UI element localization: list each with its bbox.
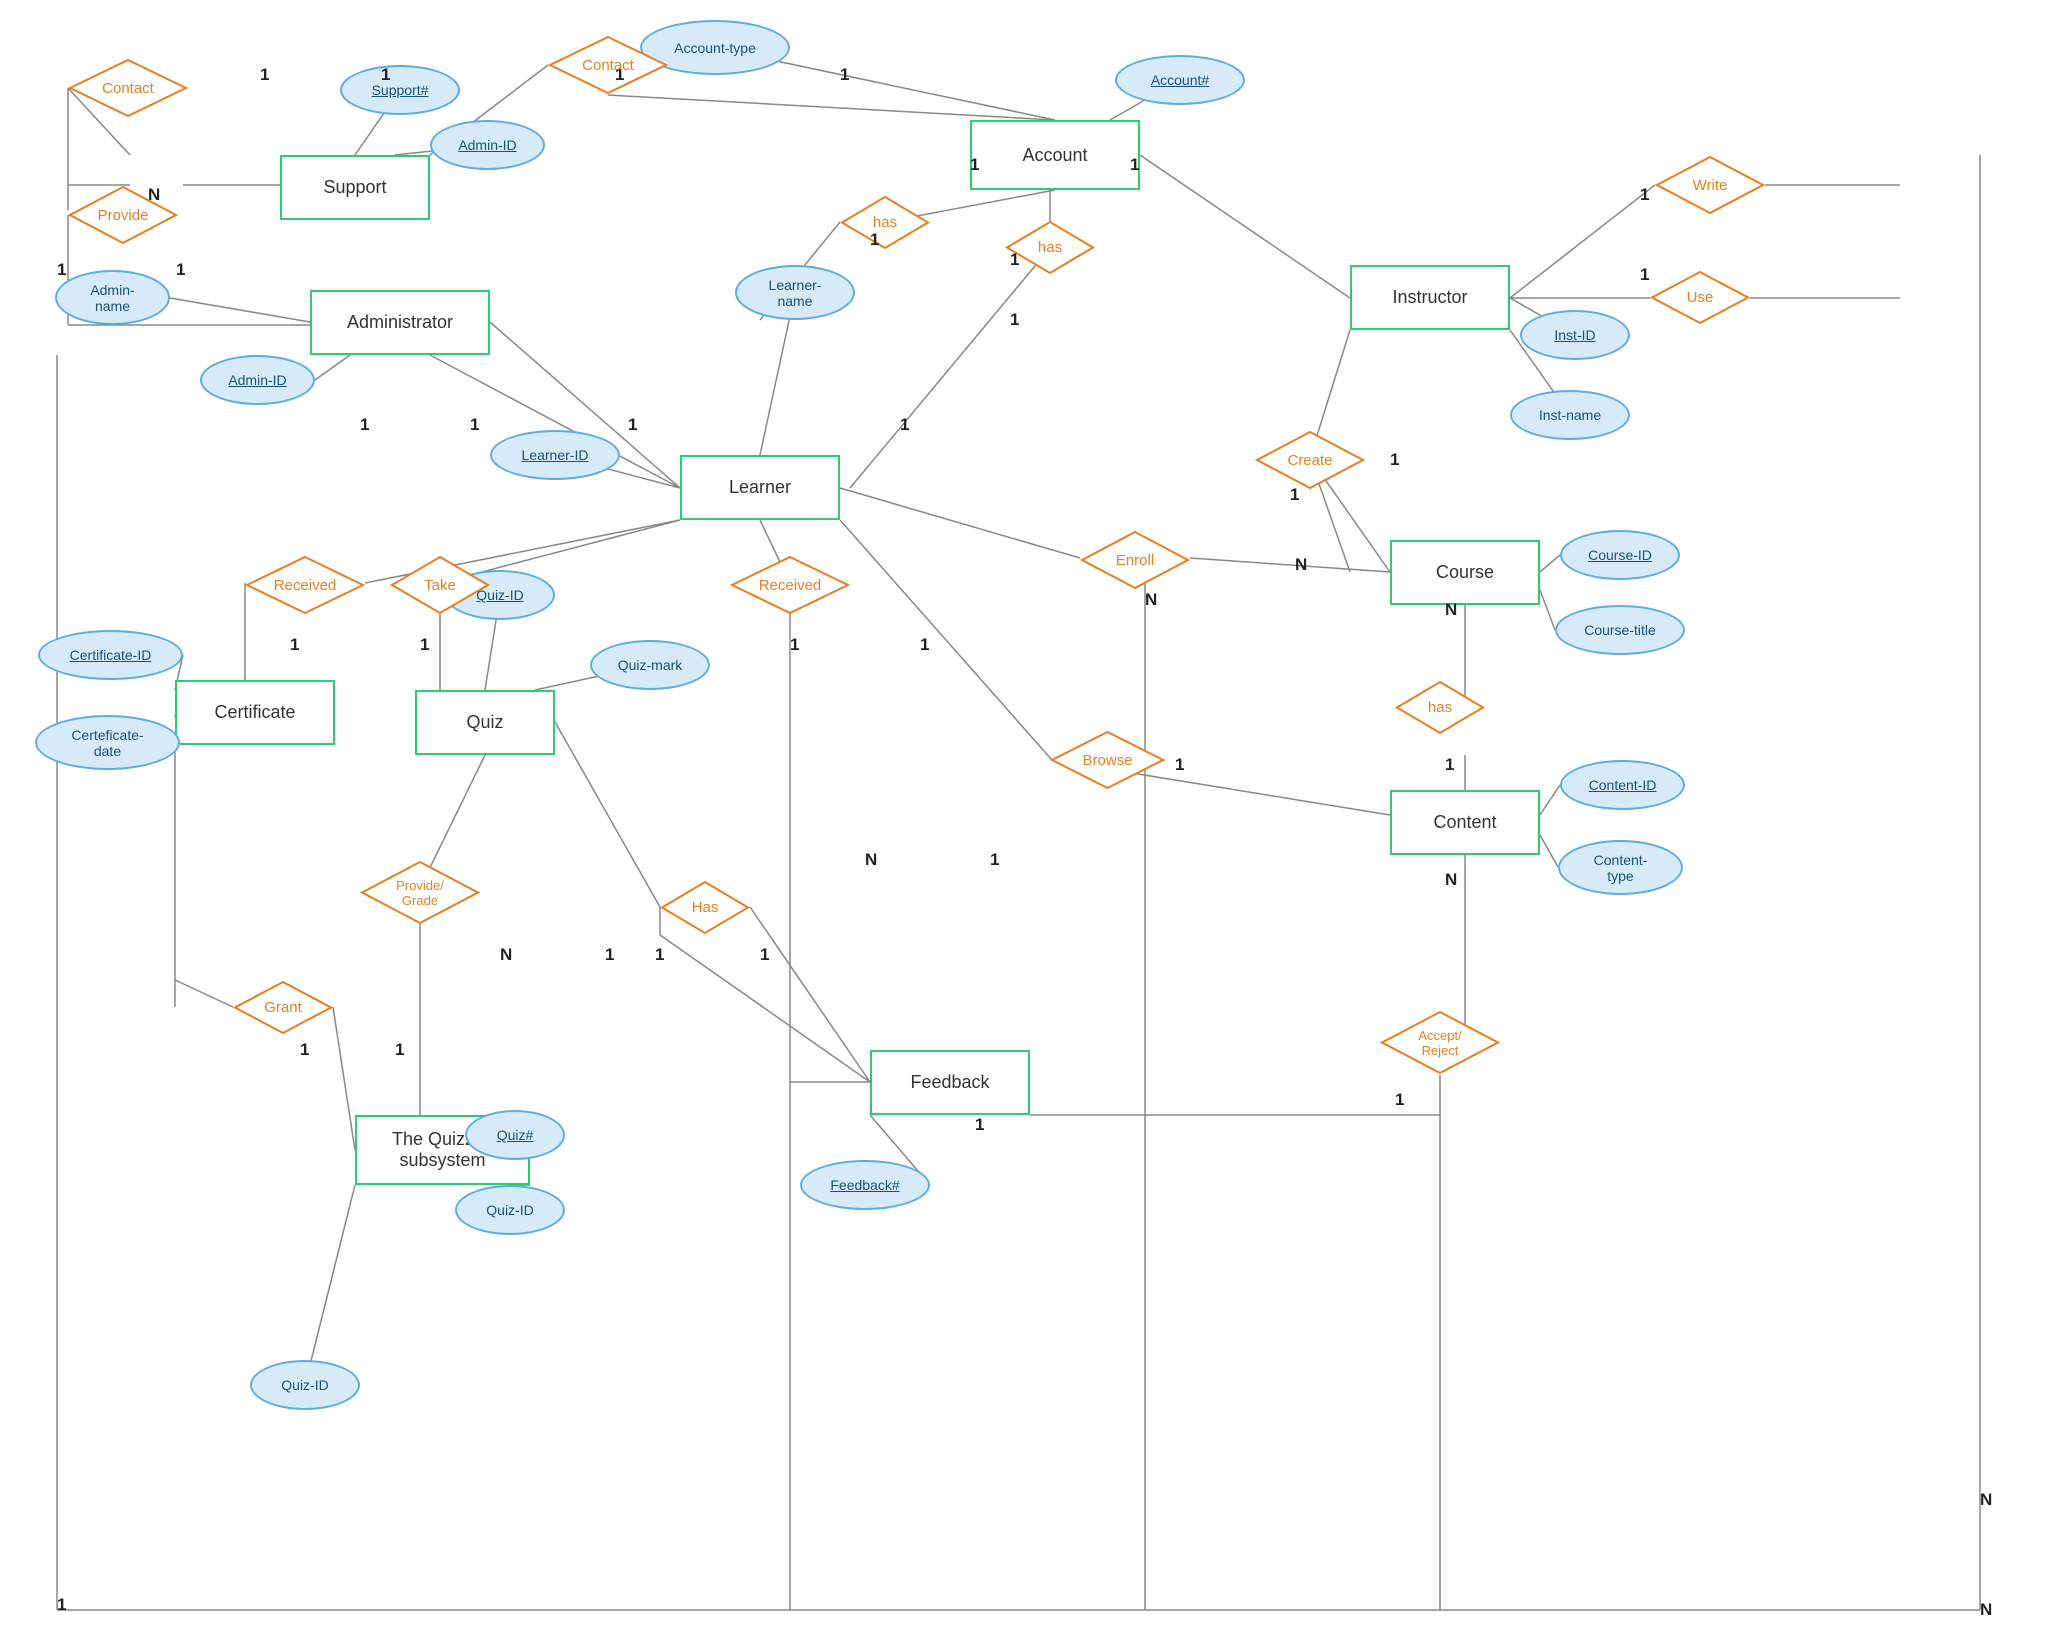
cardinality-0: 1 bbox=[260, 65, 269, 85]
attribute-quiz_id2: Quiz-ID bbox=[455, 1185, 565, 1235]
cardinality-20: N bbox=[1145, 590, 1157, 610]
cardinality-39: N bbox=[1980, 1600, 1992, 1620]
attribute-cert_id: Certificate-ID bbox=[38, 630, 183, 680]
relationship-rel_contact2: Contact bbox=[548, 35, 668, 95]
cardinality-37: 1 bbox=[1395, 1090, 1404, 1110]
cardinality-40: 1 bbox=[57, 1595, 66, 1615]
cardinality-6: 1 bbox=[840, 65, 849, 85]
cardinality-26: N bbox=[1445, 870, 1457, 890]
relationship-rel_enroll: Enroll bbox=[1080, 530, 1190, 590]
entity-course: Course bbox=[1390, 540, 1540, 605]
cardinality-41: 1 bbox=[1640, 185, 1649, 205]
relationship-rel_has4: Has bbox=[660, 880, 750, 935]
attribute-learner_id: Learner-ID bbox=[490, 430, 620, 480]
entity-learner: Learner bbox=[680, 455, 840, 520]
cardinality-28: N bbox=[865, 850, 877, 870]
cardinality-19: 1 bbox=[920, 635, 929, 655]
cardinality-35: 1 bbox=[395, 1040, 404, 1060]
cardinality-30: N bbox=[500, 945, 512, 965]
cardinality-25: 1 bbox=[1445, 755, 1454, 775]
attribute-course_id: Course-ID bbox=[1560, 530, 1680, 580]
relationship-rel_has1: has bbox=[840, 195, 930, 250]
cardinality-7: 1 bbox=[970, 155, 979, 175]
attribute-learner_name: Learner- name bbox=[735, 265, 855, 320]
cardinality-34: 1 bbox=[300, 1040, 309, 1060]
cardinality-2: N bbox=[148, 185, 160, 205]
attribute-account_num: Account# bbox=[1115, 55, 1245, 105]
cardinality-9: 1 bbox=[870, 230, 879, 250]
cardinality-4: 1 bbox=[176, 260, 185, 280]
relationship-rel_received1: Received bbox=[245, 555, 365, 615]
entity-account: Account bbox=[970, 120, 1140, 190]
relationship-rel_contact1: Contact bbox=[68, 58, 188, 118]
entity-content: Content bbox=[1390, 790, 1540, 855]
cardinality-33: 1 bbox=[760, 945, 769, 965]
cardinality-15: 1 bbox=[900, 415, 909, 435]
attribute-content_id: Content-ID bbox=[1560, 760, 1685, 810]
cardinality-31: 1 bbox=[605, 945, 614, 965]
relationship-rel_received2: Received bbox=[730, 555, 850, 615]
relationship-rel_use: Use bbox=[1650, 270, 1750, 325]
relationship-rel_provide: Provide bbox=[68, 185, 178, 245]
cardinality-14: 1 bbox=[628, 415, 637, 435]
entity-certificate: Certificate bbox=[175, 680, 335, 745]
cardinality-23: 1 bbox=[1390, 450, 1399, 470]
cardinality-32: 1 bbox=[655, 945, 664, 965]
attribute-inst_name: Inst-name bbox=[1510, 390, 1630, 440]
attribute-admin_id2: Admin-ID bbox=[200, 355, 315, 405]
relationship-rel_browse: Browse bbox=[1050, 730, 1165, 790]
entity-instructor: Instructor bbox=[1350, 265, 1510, 330]
entity-quiz: Quiz bbox=[415, 690, 555, 755]
cardinality-12: 1 bbox=[360, 415, 369, 435]
relationship-rel_grant: Grant bbox=[233, 980, 333, 1035]
attribute-quiz_mark: Quiz-mark bbox=[590, 640, 710, 690]
entity-feedback: Feedback bbox=[870, 1050, 1030, 1115]
attribute-quiz_id3: Quiz-ID bbox=[250, 1360, 360, 1410]
relationship-rel_has3: has bbox=[1395, 680, 1485, 735]
cardinality-21: N bbox=[1295, 555, 1307, 575]
attribute-inst_id: Inst-ID bbox=[1520, 310, 1630, 360]
relationship-rel_provide_grade: Provide/ Grade bbox=[360, 860, 480, 925]
cardinality-24: N bbox=[1445, 600, 1457, 620]
cardinality-10: 1 bbox=[1010, 310, 1019, 330]
cardinality-38: N bbox=[1980, 1490, 1992, 1510]
cardinality-11: 1 bbox=[1010, 250, 1019, 270]
er-diagram: Account Support Administrator Learner Instru… bbox=[0, 0, 2059, 1632]
cardinality-3: 1 bbox=[57, 260, 66, 280]
cardinality-22: 1 bbox=[1290, 485, 1299, 505]
entity-support: Support bbox=[280, 155, 430, 220]
relationship-rel_accept_reject: Accept/ Reject bbox=[1380, 1010, 1500, 1075]
cardinality-17: 1 bbox=[420, 635, 429, 655]
cardinality-18: 1 bbox=[790, 635, 799, 655]
cardinality-8: 1 bbox=[1130, 155, 1139, 175]
attribute-cert_date: Certeficate- date bbox=[35, 715, 180, 770]
cardinality-13: 1 bbox=[470, 415, 479, 435]
entity-administrator: Administrator bbox=[310, 290, 490, 355]
cardinality-27: 1 bbox=[1175, 755, 1184, 775]
attribute-content_type: Content- type bbox=[1558, 840, 1683, 895]
cardinality-16: 1 bbox=[290, 635, 299, 655]
relationship-rel_create: Create bbox=[1255, 430, 1365, 490]
cardinality-29: 1 bbox=[990, 850, 999, 870]
attribute-support_num: Support# bbox=[340, 65, 460, 115]
cardinality-42: 1 bbox=[1640, 265, 1649, 285]
attribute-admin_name: Admin- name bbox=[55, 270, 170, 325]
attribute-course_title: Course-title bbox=[1555, 605, 1685, 655]
cardinality-1: 1 bbox=[381, 65, 390, 85]
attribute-quiz_num: Quiz# bbox=[465, 1110, 565, 1160]
cardinality-36: 1 bbox=[975, 1115, 984, 1135]
attribute-feedback_num: Feedback# bbox=[800, 1160, 930, 1210]
attribute-admin_id_attr: Admin-ID bbox=[430, 120, 545, 170]
relationship-rel_take: Take bbox=[390, 555, 490, 615]
relationship-rel_write: Write bbox=[1655, 155, 1765, 215]
